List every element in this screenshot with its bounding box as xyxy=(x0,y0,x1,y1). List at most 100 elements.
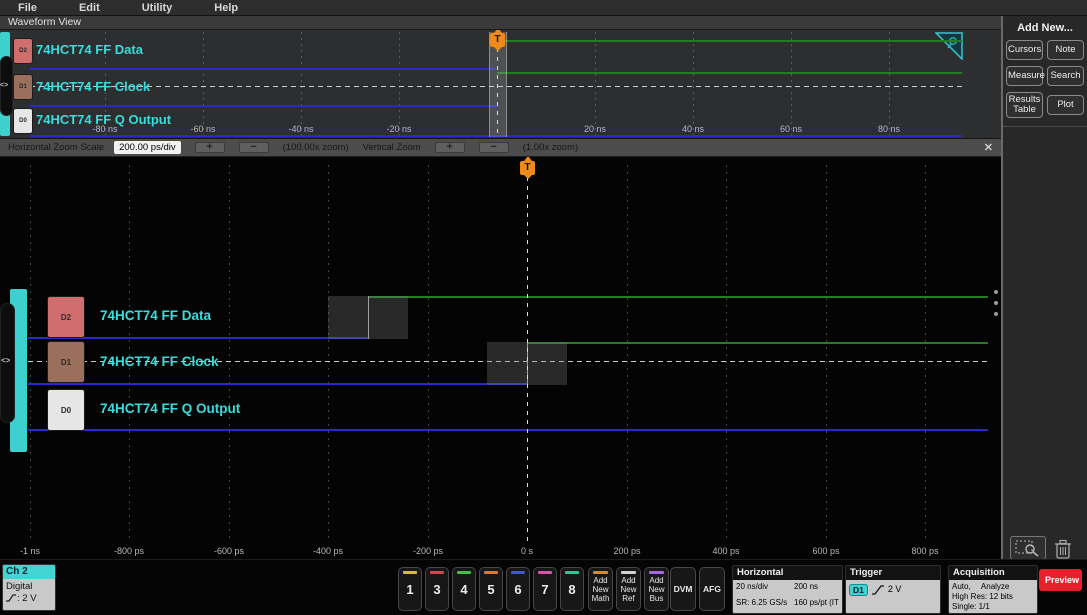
channel-8-button[interactable]: 8 xyxy=(560,567,584,611)
signal-label-d0[interactable]: 74HCT74 FF Q Output xyxy=(36,112,171,127)
menu-item-utility[interactable]: Utility xyxy=(142,2,173,14)
status-bar: Ch 2 Digital : 2 V 1 3 4 5 6 7 8 Add New Math A… xyxy=(0,559,1087,615)
axis-tick-label: 60 ns xyxy=(779,124,803,134)
signal-label-d2[interactable]: 74HCT74 FF Data xyxy=(36,42,143,57)
channel-badge-d1[interactable]: D1 xyxy=(47,341,85,383)
channel-badge-d1[interactable]: D1 xyxy=(13,74,33,100)
trigger-marker[interactable]: T xyxy=(490,30,505,51)
zoom-overview-icon[interactable] xyxy=(935,32,963,60)
signal-label-d2[interactable]: 74HCT74 FF Data xyxy=(100,308,211,323)
add-color-stripe xyxy=(621,571,636,574)
channel-badge-d0[interactable]: D0 xyxy=(47,389,85,431)
horizontal-3: 160 ps/pt (IT xyxy=(794,597,839,607)
gridline xyxy=(428,165,429,543)
trigger-source-chip: D1 xyxy=(849,584,868,596)
trigger-marker[interactable]: T xyxy=(520,157,535,179)
channel-color-stripe xyxy=(565,571,579,574)
add-new-title: Add New... xyxy=(1017,22,1073,34)
waveform-low-segment xyxy=(30,68,496,70)
add-new-measure-button[interactable]: Measure xyxy=(1006,66,1045,86)
waveform-view-title: Waveform View xyxy=(8,16,81,28)
menu-item-edit[interactable]: Edit xyxy=(79,2,100,14)
waveform-low-segment xyxy=(30,105,497,107)
afg-button[interactable]: AFG xyxy=(699,567,725,611)
trash-icon[interactable] xyxy=(1052,538,1074,560)
channel-1-button[interactable]: 1 xyxy=(398,567,422,611)
channel-7-button[interactable]: 7 xyxy=(533,567,557,611)
channel-badge-d2[interactable]: D2 xyxy=(47,296,85,338)
trigger-settings-panel[interactable]: Trigger D1 2 V xyxy=(845,565,941,614)
threshold-icon xyxy=(6,594,16,602)
add-new-bus-button[interactable]: Add New Bus xyxy=(644,567,669,611)
add-new-panel: Add New... Cursors Note Measure Search Resul… xyxy=(1003,16,1087,127)
axis-tick-label: -1 ns xyxy=(19,546,40,556)
acquisition-analyze: Analyze xyxy=(980,582,1010,591)
gridline xyxy=(693,32,694,137)
channel-5-button[interactable]: 5 xyxy=(479,567,503,611)
acquisition-resolution: High Res: 12 bits xyxy=(952,592,1013,601)
trigger-position-line xyxy=(497,48,498,137)
horizontal-zoom-in-button[interactable]: + xyxy=(194,142,225,153)
vertical-zoom-in-button[interactable]: + xyxy=(434,142,465,153)
preview-button[interactable]: Preview xyxy=(1039,569,1082,591)
axis-tick-label: 400 ps xyxy=(712,546,740,556)
axis-tick-label: 600 ps xyxy=(812,546,840,556)
add-new-cursors-button[interactable]: Cursors xyxy=(1006,40,1043,60)
add-new-note-button[interactable]: Note xyxy=(1047,40,1084,60)
gridline xyxy=(726,165,727,543)
signal-label-d0[interactable]: 74HCT74 FF Q Output xyxy=(100,401,240,416)
horizontal-zoom-out-button[interactable]: − xyxy=(238,142,269,153)
channel-badge-d0[interactable]: D0 xyxy=(13,108,33,134)
panel-resize-handle[interactable] xyxy=(991,288,1001,318)
horizontal-zoom-readout: (100.00x zoom) xyxy=(282,142,349,153)
horizontal-zoom-scale-value[interactable]: 200.00 ps/div xyxy=(114,141,181,154)
axis-tick-label: -60 ns xyxy=(190,124,216,134)
oscilloscope-app: File Edit Utility Help Waveform View -80 ns… xyxy=(0,0,1087,615)
menu-item-help[interactable]: Help xyxy=(214,2,238,14)
add-new-plot-button[interactable]: Plot xyxy=(1047,95,1084,115)
trigger-position-line xyxy=(527,177,528,543)
channel-number: 5 xyxy=(487,581,495,597)
gridline xyxy=(30,165,31,543)
channel-6-button[interactable]: 6 xyxy=(506,567,530,611)
channel-2-badge[interactable]: Ch 2 Digital : 2 V xyxy=(2,564,56,611)
channel-number: 8 xyxy=(568,581,576,597)
waveform-high-segment xyxy=(497,72,962,74)
add-color-stripe xyxy=(593,571,608,574)
channel-2-threshold: : 2 V xyxy=(17,593,37,604)
waveform-zoom-panel[interactable]: -1 ns -800 ps -600 ps -400 ps -200 ps 0 s 200 … xyxy=(0,157,1001,562)
waveform-view-tab[interactable]: Waveform View xyxy=(0,16,1001,30)
axis-tick-label: -20 ns xyxy=(386,124,412,134)
trigger-level: 2 V xyxy=(887,584,902,594)
zoom-mode-button[interactable] xyxy=(1010,536,1046,560)
channel-badge-d2[interactable]: D2 xyxy=(13,38,33,64)
acquisition-settings-panel[interactable]: Acquisition Auto, Analyze High Res: 12 b… xyxy=(948,565,1038,614)
gridline xyxy=(791,32,792,137)
channel-4-button[interactable]: 4 xyxy=(452,567,476,611)
signal-label-d1[interactable]: 74HCT74 FF Clock xyxy=(36,79,150,94)
add-new-search-button[interactable]: Search xyxy=(1047,66,1084,86)
sidebar: Add New... Cursors Note Measure Search Resul… xyxy=(1001,16,1087,559)
horizontal-2: SR: 6.25 GS/s xyxy=(736,597,788,607)
expansion-point-icon: ▼ xyxy=(794,613,802,614)
channel-number: 6 xyxy=(514,581,522,597)
horizontal-4: RL: 1.25 kpts xyxy=(736,613,792,614)
waveform-low-segment xyxy=(28,429,988,431)
channel-color-stripe xyxy=(403,571,417,574)
vertical-zoom-out-button[interactable]: − xyxy=(478,142,509,153)
menu-item-file[interactable]: File xyxy=(18,2,37,14)
channel-3-button[interactable]: 3 xyxy=(425,567,449,611)
waveform-content: Waveform View -80 ns -60 ns -40 ns -20 ns 20… xyxy=(0,16,1001,562)
dvm-button[interactable]: DVM xyxy=(670,567,696,611)
gridline xyxy=(229,165,230,543)
zoom-close-icon[interactable]: ✕ xyxy=(984,141,993,154)
add-new-results-table-button[interactable]: Results Table xyxy=(1006,92,1043,118)
channel-number: 7 xyxy=(541,581,549,597)
add-new-math-button[interactable]: Add New Math xyxy=(588,567,613,611)
add-new-ref-button[interactable]: Add New Ref xyxy=(616,567,641,611)
channel-2-mode: Digital xyxy=(6,581,33,592)
waveform-overview-panel[interactable]: -80 ns -60 ns -40 ns -20 ns 20 ns 40 ns 60 ns 8… xyxy=(0,30,1001,139)
signal-label-d1[interactable]: 74HCT74 FF Clock xyxy=(100,354,219,369)
transition-edge xyxy=(367,296,369,339)
horizontal-settings-panel[interactable]: Horizontal 20 ns/div 200 ns SR: 6.25 GS/s 1… xyxy=(732,565,843,614)
